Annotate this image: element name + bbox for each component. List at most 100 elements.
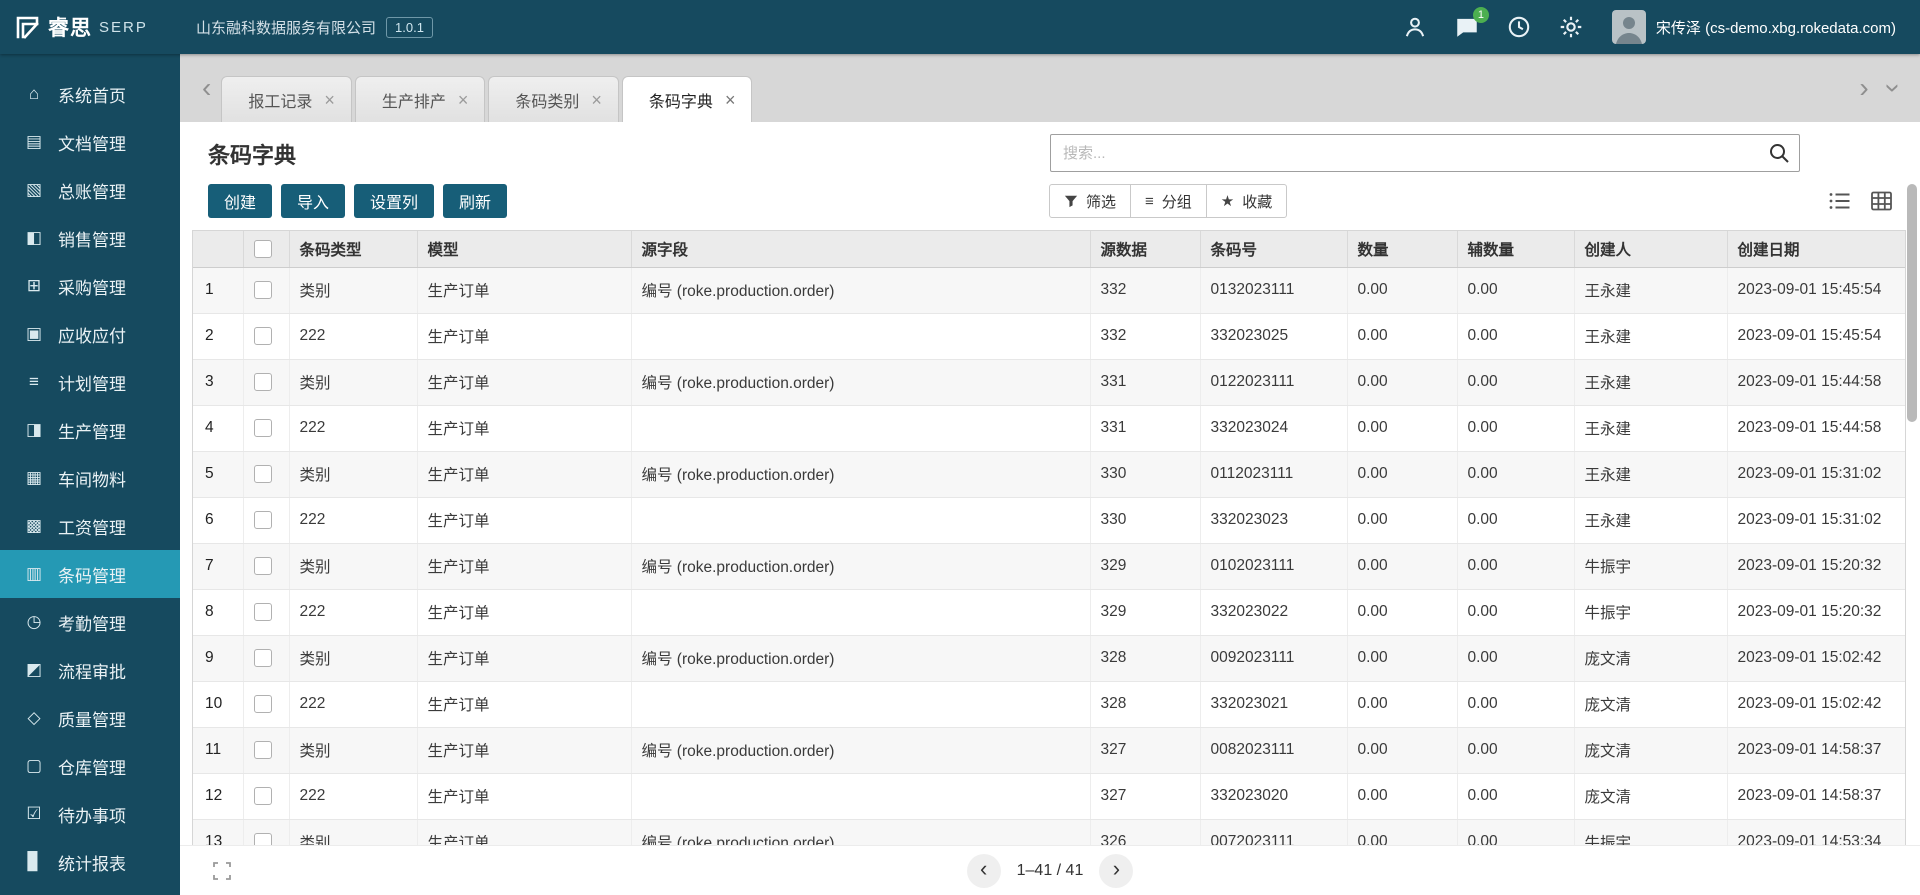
row-checkbox[interactable] (253, 786, 272, 805)
tab-scroll-left-icon[interactable]: ‹ (202, 74, 211, 102)
sidebar-item-document[interactable]: ▤ 文档管理 (0, 118, 180, 166)
table-row[interactable]: 8 222 生产订单 329 332023022 0.00 0.00 牛振宇 2023-09-0… (193, 589, 1905, 636)
row-checkbox[interactable] (253, 556, 272, 575)
column-header-4[interactable]: 条码号 (1200, 231, 1348, 268)
column-header-0[interactable]: 条码类型 (289, 231, 418, 268)
tab-close-icon[interactable]: × (591, 91, 602, 109)
table-row[interactable]: 2 222 生产订单 332 332023025 0.00 0.00 王永建 2023-09-0… (193, 313, 1905, 360)
cell-model: 生产订单 (417, 727, 632, 774)
column-header-7[interactable]: 创建人 (1574, 231, 1728, 268)
column-header-3[interactable]: 源数据 (1090, 231, 1201, 268)
sidebar-item-payroll[interactable]: ▩ 工资管理 (0, 502, 180, 550)
table-row[interactable]: 4 222 生产订单 331 332023024 0.00 0.00 王永建 2023-09-0… (193, 405, 1905, 452)
cell-quantity: 0.00 (1347, 773, 1458, 820)
tab-close-icon[interactable]: × (458, 91, 469, 109)
row-checkbox[interactable] (253, 648, 272, 667)
select-all-checkbox[interactable] (253, 239, 272, 258)
row-checkbox[interactable] (253, 326, 272, 345)
row-checkbox[interactable] (253, 694, 272, 713)
search-icon[interactable] (1768, 142, 1790, 164)
sidebar-item-approval[interactable]: ◩ 流程审批 (0, 646, 180, 694)
search-input[interactable] (1050, 134, 1800, 172)
row-checkbox[interactable] (253, 832, 272, 845)
table-row[interactable]: 9 类别 生产订单 编号 (roke.production.order) 328 0092… (193, 635, 1905, 682)
sidebar-item-production[interactable]: ◨ 生产管理 (0, 406, 180, 454)
sidebar-item-todo[interactable]: ☑ 待办事项 (0, 790, 180, 838)
list-view-icon[interactable] (1829, 191, 1851, 211)
table-row[interactable]: 1 类别 生产订单 编号 (roke.production.order) 332 0132… (193, 267, 1905, 314)
tab-2[interactable]: 条码类别 × (488, 76, 619, 122)
app-logo[interactable]: 睿思 SERP (0, 12, 180, 42)
tab-0[interactable]: 报工记录 × (221, 76, 352, 122)
import-button[interactable]: 导入 (281, 184, 346, 218)
row-checkbox[interactable] (253, 418, 272, 437)
tab-scroll-right-icon[interactable]: › (1859, 74, 1868, 102)
table-row[interactable]: 6 222 生产订单 330 332023023 0.00 0.00 王永建 2023-09-0… (193, 497, 1905, 544)
column-header-1[interactable]: 模型 (417, 231, 632, 268)
table-row[interactable]: 7 类别 生产订单 编号 (roke.production.order) 329 0102… (193, 543, 1905, 590)
column-header-5[interactable]: 数量 (1347, 231, 1458, 268)
sidebar-item-attendance[interactable]: ◷ 考勤管理 (0, 598, 180, 646)
cell-barcode-number: 0092023111 (1200, 635, 1348, 682)
cell-barcode-type: 类别 (289, 727, 418, 774)
sidebar-item-barcode[interactable]: ▥ 条码管理 (0, 550, 180, 598)
sidebar-item-plan[interactable]: ≡ 计划管理 (0, 358, 180, 406)
person-icon[interactable] (1402, 14, 1428, 40)
sidebar-item-label: 考勤管理 (58, 614, 126, 634)
filter-button-label: 收藏 (1242, 193, 1273, 211)
tab-1[interactable]: 生产排产 × (354, 76, 486, 122)
tab-close-icon[interactable]: × (725, 91, 736, 109)
sidebar-item-sales[interactable]: ◧ 销售管理 (0, 214, 180, 262)
row-checkbox[interactable] (253, 464, 272, 483)
attendance-icon: ◷ (26, 612, 42, 631)
row-checkbox[interactable] (253, 510, 272, 529)
table-row[interactable]: 3 类别 生产订单 编号 (roke.production.order) 331 0122… (193, 359, 1905, 406)
tab-3[interactable]: 条码字典 × (621, 76, 753, 122)
row-checkbox[interactable] (253, 372, 272, 391)
fullscreen-icon[interactable] (212, 861, 232, 886)
username[interactable]: 宋传泽 (cs-demo.xbg.rokedata.com) (1656, 17, 1896, 38)
sidebar-item-ledger[interactable]: ▧ 总账管理 (0, 166, 180, 214)
filter-group: 筛选 ≡ 分组 ★ 收藏 (1049, 184, 1288, 218)
set-columns-button[interactable]: 设置列 (354, 184, 435, 218)
sidebar-item-report[interactable]: ▊ 统计报表 (0, 838, 180, 886)
table-view-icon[interactable] (1871, 191, 1892, 211)
row-checkbox[interactable] (253, 602, 272, 621)
sidebar-item-home[interactable]: ⌂ 系统首页 (0, 70, 180, 118)
vertical-scrollbar[interactable] (1907, 184, 1917, 422)
table-row[interactable]: 13 类别 生产订单 编号 (roke.production.order) 326 007… (193, 819, 1905, 845)
sidebar-item-quality[interactable]: ◇ 质量管理 (0, 694, 180, 742)
group-by-button[interactable]: ≡ 分组 (1130, 184, 1207, 218)
table-row[interactable]: 12 222 生产订单 327 332023020 0.00 0.00 庞文清 2023-09-… (193, 773, 1905, 820)
tab-menu-chevron-icon[interactable]: › (1878, 83, 1909, 92)
cell-barcode-number: 0082023111 (1200, 727, 1348, 774)
filter-button[interactable]: 筛选 (1049, 184, 1132, 218)
create-button[interactable]: 创建 (208, 184, 273, 218)
sales-icon: ◧ (25, 228, 43, 247)
sidebar-item-warehouse[interactable]: ▢ 仓库管理 (0, 742, 180, 790)
row-checkbox[interactable] (253, 280, 272, 299)
pagination-next-button[interactable]: › (1099, 853, 1134, 888)
barcode-table: 条码类型 模型 源字段 源数据 条码号 数量 辅数量 创建人 创建日期 1 类别 生产订单 编号 (r… (193, 231, 1905, 845)
message-icon[interactable]: 1 (1454, 7, 1489, 40)
sidebar-item-expense[interactable]: ▨费用管理 (0, 886, 180, 895)
table-row[interactable]: 10 222 生产订单 328 332023021 0.00 0.00 庞文清 2023-09-… (193, 681, 1905, 728)
pagination-prev-button[interactable]: ‹ (966, 853, 1001, 888)
tab-close-icon[interactable]: × (324, 91, 335, 109)
refresh-button[interactable]: 刷新 (443, 184, 508, 218)
sidebar-item-materials[interactable]: ▦ 车间物料 (0, 454, 180, 502)
column-header-6[interactable]: 辅数量 (1457, 231, 1575, 268)
cell-barcode-type: 类别 (289, 635, 418, 682)
cell-creator: 庞文清 (1574, 635, 1728, 682)
table-row[interactable]: 5 类别 生产订单 编号 (roke.production.order) 330 0112… (193, 451, 1905, 498)
gear-icon[interactable] (1558, 14, 1584, 40)
column-header-2[interactable]: 源字段 (631, 231, 1091, 268)
row-checkbox[interactable] (253, 740, 272, 759)
user-avatar[interactable] (1611, 10, 1646, 44)
column-header-8[interactable]: 创建日期 (1727, 231, 1905, 268)
favorites-button[interactable]: ★ 收藏 (1205, 184, 1288, 218)
sidebar-item-receivable[interactable]: ▣ 应收应付 (0, 310, 180, 358)
sidebar-item-purchase[interactable]: ⊞ 采购管理 (0, 262, 180, 310)
table-row[interactable]: 11 类别 生产订单 编号 (roke.production.order) 327 008… (193, 727, 1905, 774)
history-icon[interactable] (1506, 14, 1532, 40)
